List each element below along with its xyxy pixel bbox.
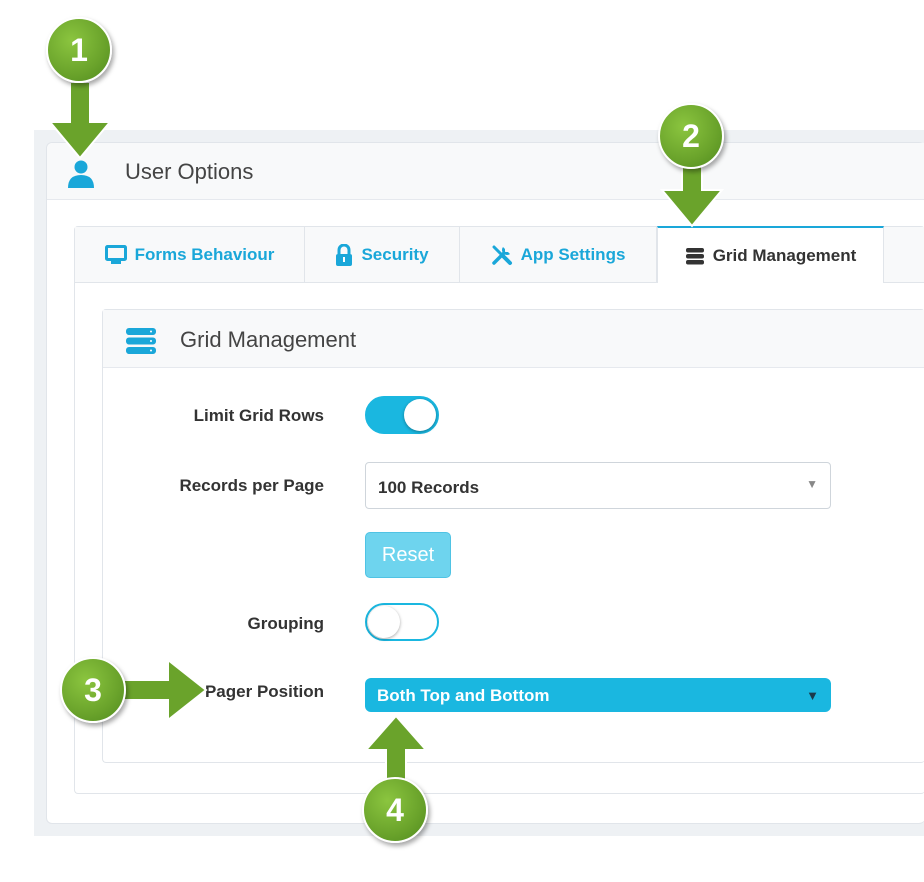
tab-grid-management[interactable]: Grid Management xyxy=(657,226,884,283)
callout-arrow-1 xyxy=(48,82,112,160)
tab-security[interactable]: Security xyxy=(305,227,460,282)
grid-panel-title: Grid Management xyxy=(180,327,357,352)
records-per-page-value: 100 Records xyxy=(378,478,480,497)
database-icon xyxy=(126,328,156,354)
tab-label: Grid Management xyxy=(712,245,857,265)
tab-label: App Settings xyxy=(520,244,626,264)
tab-strip: Forms Behaviour Security App Settings Gr… xyxy=(75,226,924,283)
limit-grid-rows-toggle[interactable] xyxy=(365,396,439,434)
callout-badge-3: 3 xyxy=(60,657,126,723)
pager-position-value: Both Top and Bottom xyxy=(377,686,550,705)
grouping-toggle[interactable] xyxy=(365,603,439,641)
grouping-label: Grouping xyxy=(247,614,324,633)
callout-arrow-3 xyxy=(116,658,208,722)
tab-app-settings[interactable]: App Settings xyxy=(460,227,657,282)
grid-management-header: Grid Management xyxy=(103,310,924,368)
panel-title: User Options xyxy=(125,159,254,184)
limit-grid-rows-label: Limit Grid Rows xyxy=(193,406,324,425)
toggle-knob xyxy=(368,606,400,638)
user-icon xyxy=(68,160,94,188)
reset-button[interactable]: Reset xyxy=(365,532,451,578)
monitor-icon xyxy=(104,244,127,264)
callout-badge-2: 2 xyxy=(658,103,724,169)
caret-down-icon: ▼ xyxy=(806,688,819,703)
database-icon xyxy=(685,247,704,264)
tab-label: Security xyxy=(361,244,429,264)
records-per-page-label: Records per Page xyxy=(179,476,324,495)
callout-badge-4: 4 xyxy=(362,777,428,843)
tab-label: Forms Behaviour xyxy=(134,244,275,264)
toggle-knob xyxy=(404,399,436,431)
lock-icon xyxy=(336,243,353,266)
callout-badge-1: 1 xyxy=(46,17,112,83)
pager-position-select[interactable]: Both Top and Bottom ▼ xyxy=(365,678,831,712)
tools-icon xyxy=(491,245,512,265)
caret-down-icon: ▼ xyxy=(806,477,818,491)
records-per-page-select[interactable]: 100 Records ▼ xyxy=(365,462,831,509)
user-options-header: User Options xyxy=(47,143,924,200)
tab-forms-behaviour[interactable]: Forms Behaviour xyxy=(75,227,305,282)
